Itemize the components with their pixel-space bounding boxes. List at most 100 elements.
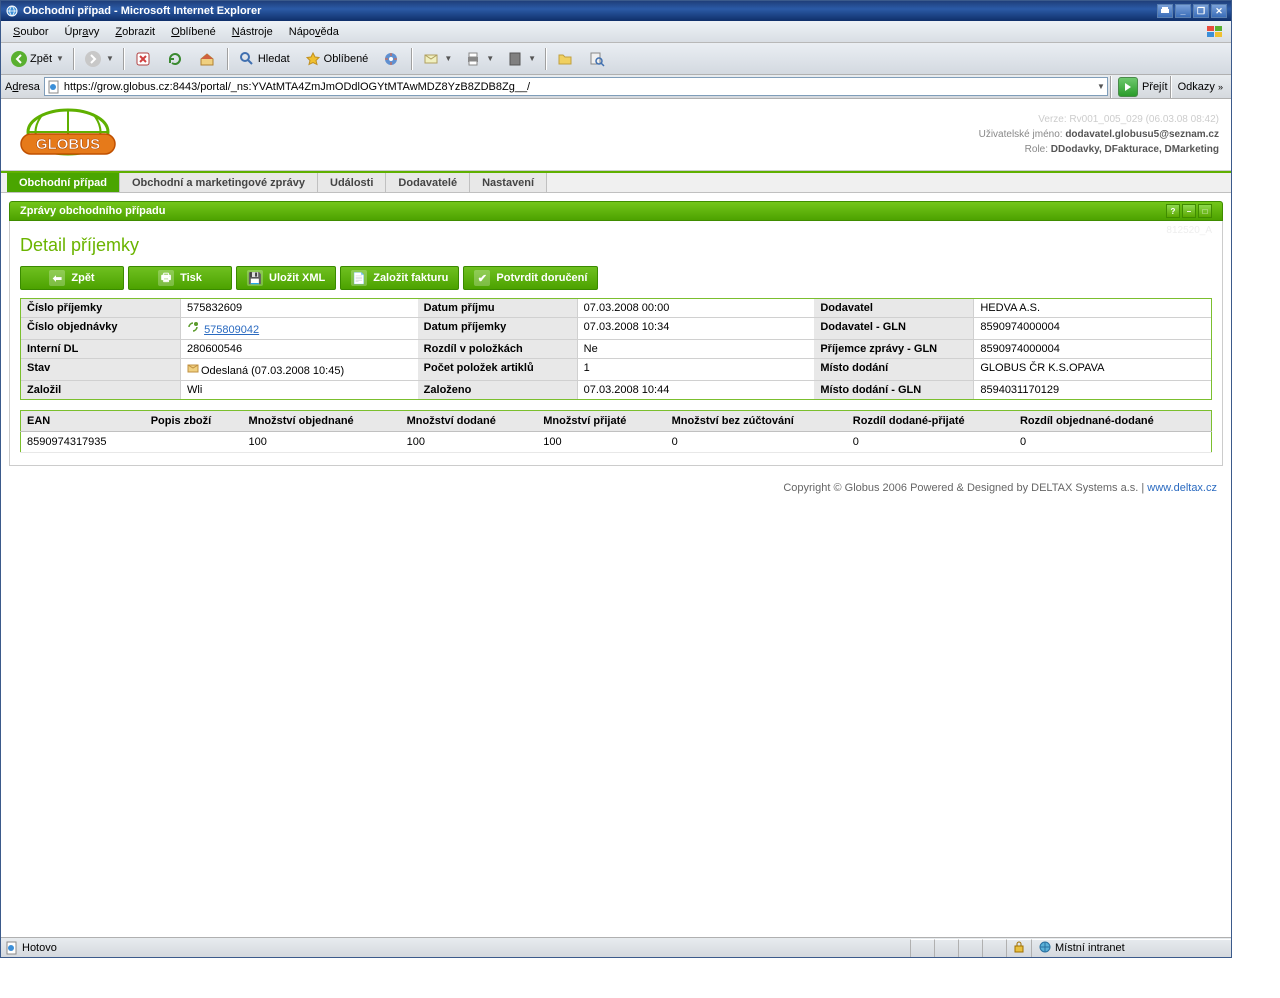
edit-button[interactable]: ▼ bbox=[501, 47, 541, 71]
footer: Copyright © Globus 2006 Powered & Design… bbox=[1, 478, 1231, 498]
restore-button[interactable]: ❐ bbox=[1193, 4, 1209, 18]
globus-logo: GLOBUS bbox=[13, 106, 123, 164]
label-interni-dl: Interní DL bbox=[21, 340, 181, 358]
value-prijemce-gln: 8590974000004 bbox=[974, 340, 1211, 358]
go-button[interactable] bbox=[1118, 77, 1138, 97]
value-pocet-art: 1 bbox=[578, 359, 815, 380]
label-misto-dodani-gln: Místo dodání - GLN bbox=[814, 381, 974, 399]
close-button[interactable]: ✕ bbox=[1211, 4, 1227, 18]
go-label: Přejít bbox=[1142, 81, 1168, 93]
status-blank-1 bbox=[910, 939, 934, 957]
menu-napoveda[interactable]: Nápověda bbox=[281, 24, 347, 40]
tab-nastaveni[interactable]: Nastavení bbox=[470, 173, 547, 192]
mail-button[interactable]: ▼ bbox=[417, 47, 457, 71]
panel-help-button[interactable]: ? bbox=[1166, 204, 1180, 218]
print-sys-button[interactable] bbox=[1157, 4, 1173, 18]
menu-oblibene[interactable]: Oblíbené bbox=[163, 24, 224, 40]
menu-nastroje[interactable]: Nástroje bbox=[224, 24, 281, 40]
col-mnoz-prij: Množství přijaté bbox=[537, 411, 665, 432]
window-titlebar: Obchodní případ - Microsoft Internet Exp… bbox=[1, 1, 1231, 21]
label-datum-prijemky: Datum příjemky bbox=[418, 318, 578, 339]
cell-rozdil-dp: 0 bbox=[847, 432, 1014, 453]
menu-zobrazit[interactable]: Zobrazit bbox=[107, 24, 163, 40]
page-content: GLOBUS Verze: Rv001_005_029 (06.03.08 08… bbox=[1, 99, 1231, 937]
link-icon bbox=[187, 321, 201, 335]
main-tabs: Obchodní případ Obchodní a marketingové … bbox=[1, 171, 1231, 193]
zone-text: Místní intranet bbox=[1055, 942, 1125, 954]
col-rozdil-dp: Rozdíl dodané-přijaté bbox=[847, 411, 1014, 432]
value-cislo-obj: 575809042 bbox=[181, 318, 418, 339]
media-button[interactable] bbox=[377, 47, 407, 71]
status-bar: Hotovo Místní intranet bbox=[1, 937, 1231, 957]
refresh-button[interactable] bbox=[161, 47, 191, 71]
forward-button[interactable]: ▼ bbox=[79, 47, 119, 71]
col-rozdil-od: Rozdíl objednané-dodané bbox=[1014, 411, 1212, 432]
order-link[interactable]: 575809042 bbox=[204, 324, 259, 336]
copyright-text: Copyright © Globus 2006 Powered & Design… bbox=[783, 482, 1147, 494]
back-arrow-icon: ⬅ bbox=[49, 270, 65, 286]
cell-mnoz-bez: 0 bbox=[666, 432, 847, 453]
done-icon bbox=[5, 941, 19, 955]
invoice-icon: 📄 bbox=[351, 270, 367, 286]
save-xml-button[interactable]: 💾Uložit XML bbox=[236, 266, 336, 290]
favorites-button[interactable]: Oblíbené bbox=[299, 47, 376, 71]
tab-zpravy[interactable]: Obchodní a marketingové zprávy bbox=[120, 173, 318, 192]
menu-soubor[interactable]: Soubor bbox=[5, 24, 56, 40]
panel-minimize-button[interactable]: – bbox=[1182, 204, 1196, 218]
research-button[interactable] bbox=[583, 47, 613, 71]
back-button[interactable]: Zpět▼ bbox=[5, 47, 69, 71]
username: dodavatel.globusu5@seznam.cz bbox=[1065, 129, 1219, 140]
col-ean: EAN bbox=[21, 411, 145, 432]
print-action-button[interactable]: 🖶Tisk bbox=[128, 266, 232, 290]
tab-obchodni-pripad[interactable]: Obchodní případ bbox=[7, 173, 120, 192]
panel-maximize-button[interactable]: □ bbox=[1198, 204, 1212, 218]
value-stav: Odeslaná (07.03.2008 10:45) bbox=[181, 359, 418, 380]
label-cislo-obj: Číslo objednávky bbox=[21, 318, 181, 339]
tab-udalosti[interactable]: Události bbox=[318, 173, 386, 192]
status-icon bbox=[187, 362, 201, 376]
windows-logo-icon bbox=[1203, 23, 1227, 41]
col-mnoz-obj: Množství objednané bbox=[243, 411, 401, 432]
window-title: Obchodní případ - Microsoft Internet Exp… bbox=[23, 5, 261, 17]
ie-icon bbox=[5, 4, 19, 18]
label-zalozeno: Založeno bbox=[418, 381, 578, 399]
tab-dodavatele[interactable]: Dodavatelé bbox=[386, 173, 470, 192]
status-blank-3 bbox=[958, 939, 982, 957]
main-panel: 812520_A Detail příjemky ⬅Zpět 🖶Tisk 💾Ul… bbox=[9, 221, 1223, 466]
stop-button[interactable] bbox=[129, 47, 159, 71]
svg-text:GLOBUS: GLOBUS bbox=[36, 136, 100, 153]
deltax-link[interactable]: www.deltax.cz bbox=[1147, 482, 1217, 494]
save-icon: 💾 bbox=[247, 270, 263, 286]
print-button[interactable]: ▼ bbox=[459, 47, 499, 71]
value-datum-prijmu: 07.03.2008 00:00 bbox=[578, 299, 815, 317]
confirm-delivery-button[interactable]: ✔Potvrdit doručení bbox=[463, 266, 598, 290]
items-table: EAN Popis zboží Množství objednané Množs… bbox=[20, 410, 1212, 453]
search-button[interactable]: Hledat bbox=[233, 47, 297, 71]
cell-mnoz-dod: 100 bbox=[401, 432, 538, 453]
status-text: Hotovo bbox=[22, 942, 57, 954]
label-dodavatel-gln: Dodavatel - GLN bbox=[814, 318, 974, 339]
zone-icon bbox=[1038, 940, 1052, 957]
label-dodavatel: Dodavatel bbox=[814, 299, 974, 317]
value-misto-dodani: GLOBUS ČR K.S.OPAVA bbox=[974, 359, 1211, 380]
home-button[interactable] bbox=[193, 47, 223, 71]
address-bar: Adresa https://grow.globus.cz:8443/porta… bbox=[1, 75, 1231, 99]
col-mnoz-bez: Množství bez zúčtování bbox=[666, 411, 847, 432]
address-input[interactable]: https://grow.globus.cz:8443/portal/_ns:Y… bbox=[44, 77, 1108, 96]
status-lock bbox=[1006, 939, 1031, 957]
label-pocet-art: Počet položek artiklů bbox=[418, 359, 578, 380]
value-interni-dl: 280600546 bbox=[181, 340, 418, 358]
address-dropdown-icon[interactable]: ▼ bbox=[1097, 82, 1105, 91]
cell-popis bbox=[145, 432, 243, 453]
address-url: https://grow.globus.cz:8443/portal/_ns:Y… bbox=[64, 81, 530, 93]
back-action-button[interactable]: ⬅Zpět bbox=[20, 266, 124, 290]
value-rozdil-pol: Ne bbox=[578, 340, 815, 358]
folder-button[interactable] bbox=[551, 47, 581, 71]
user-roles: DDodavky, DFakturace, DMarketing bbox=[1051, 144, 1219, 155]
links-menu[interactable]: Odkazy » bbox=[1174, 81, 1227, 93]
menu-upravy[interactable]: Úpravy bbox=[56, 24, 107, 40]
minimize-button[interactable]: _ bbox=[1175, 4, 1191, 18]
label-prijemce-gln: Příjemce zprávy - GLN bbox=[814, 340, 974, 358]
create-invoice-button[interactable]: 📄Založit fakturu bbox=[340, 266, 459, 290]
print-icon: 🖶 bbox=[158, 270, 174, 286]
